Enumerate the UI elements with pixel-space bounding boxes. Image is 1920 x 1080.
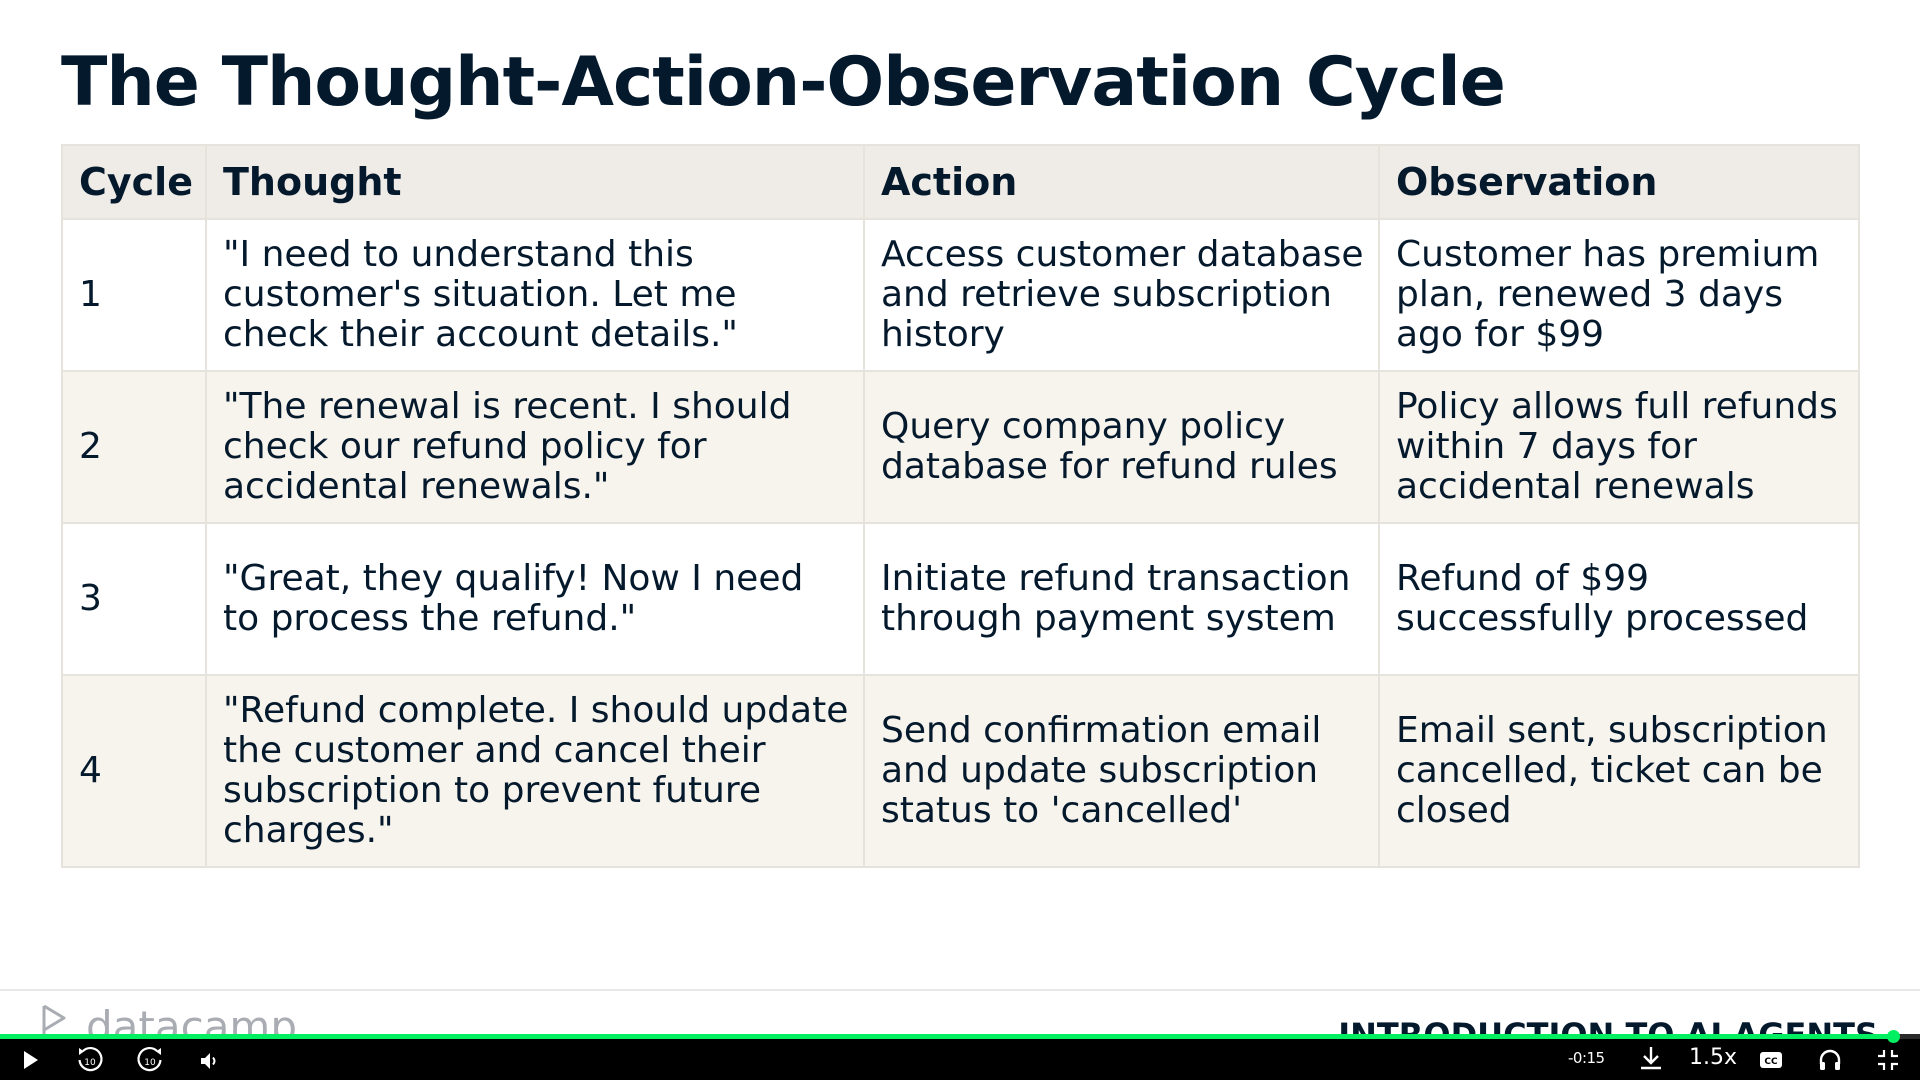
audio-button[interactable] xyxy=(1815,1045,1845,1075)
volume-button[interactable] xyxy=(196,1047,224,1075)
cell-cycle: 4 xyxy=(61,674,207,868)
footer-divider xyxy=(0,989,1920,991)
play-button[interactable] xyxy=(16,1046,44,1074)
cell-observation: Email sent, subscription cancelled, tick… xyxy=(1378,674,1860,868)
forward-10-icon: 10 xyxy=(137,1046,162,1072)
play-icon xyxy=(24,1051,38,1069)
table-row: 3 "Great, they qualify! Now I need to pr… xyxy=(61,522,1860,676)
progress-fill xyxy=(0,1034,1894,1039)
svg-text:CC: CC xyxy=(1764,1057,1778,1067)
cell-cycle: 1 xyxy=(61,218,207,372)
exit-fullscreen-button[interactable] xyxy=(1874,1046,1902,1074)
cell-action: Query company policy database for refund… xyxy=(863,370,1380,524)
datacamp-logo-icon xyxy=(42,1004,66,1036)
cell-observation: Customer has premium plan, renewed 3 day… xyxy=(1378,218,1860,372)
cell-thought: "The renewal is recent. I should check o… xyxy=(205,370,865,524)
cycle-table: Cycle Thought Action Observation 1 "I ne… xyxy=(61,144,1860,868)
header-observation: Observation xyxy=(1378,144,1860,220)
course-title: INTRODUCTION TO AI AGENTS xyxy=(1338,1016,1878,1036)
header-cycle: Cycle xyxy=(61,144,207,220)
svg-text:10: 10 xyxy=(144,1058,156,1068)
slide-title: The Thought-Action-Observation Cycle xyxy=(61,43,1506,122)
slide: The Thought-Action-Observation Cycle Cyc… xyxy=(0,0,1920,1080)
cell-thought: "Great, they qualify! Now I need to proc… xyxy=(205,522,865,676)
forward-10-button[interactable]: 10 xyxy=(134,1044,166,1076)
cell-action: Send confirmation email and update subsc… xyxy=(863,674,1380,868)
cell-thought: "Refund complete. I should update the cu… xyxy=(205,674,865,868)
rewind-10-button[interactable]: 10 xyxy=(74,1044,106,1076)
header-action: Action xyxy=(863,144,1380,220)
volume-icon xyxy=(201,1053,216,1069)
cell-cycle: 3 xyxy=(61,522,207,676)
cell-cycle: 2 xyxy=(61,370,207,524)
progress-bar[interactable] xyxy=(0,1030,1920,1043)
rewind-10-icon: 10 xyxy=(78,1046,103,1072)
video-player-controls xyxy=(0,1036,1920,1080)
table-header-row: Cycle Thought Action Observation xyxy=(61,144,1860,220)
cell-observation: Refund of $99 successfully processed xyxy=(1378,522,1860,676)
cell-action: Initiate refund transaction through paym… xyxy=(863,522,1380,676)
table-row: 2 "The renewal is recent. I should check… xyxy=(61,370,1860,524)
download-icon xyxy=(1641,1047,1661,1070)
table-row: 4 "Refund complete. I should update the … xyxy=(61,674,1860,868)
time-remaining: -0:15 xyxy=(1568,1049,1605,1067)
download-button[interactable] xyxy=(1636,1043,1666,1073)
headphones-icon xyxy=(1819,1049,1841,1070)
exit-fullscreen-icon xyxy=(1878,1050,1898,1070)
captions-button[interactable]: CC xyxy=(1756,1046,1786,1074)
cell-observation: Policy allows full refunds within 7 days… xyxy=(1378,370,1860,524)
svg-text:10: 10 xyxy=(84,1058,96,1068)
playback-speed-button[interactable]: 1.5x xyxy=(1689,1045,1737,1070)
cell-action: Access customer database and retrieve su… xyxy=(863,218,1380,372)
datacamp-logo: datacamp xyxy=(40,1002,297,1036)
table-row: 1 "I need to understand this customer's … xyxy=(61,218,1860,372)
closed-captions-icon: CC xyxy=(1760,1052,1782,1068)
brand-name: datacamp xyxy=(86,1002,298,1036)
header-thought: Thought xyxy=(205,144,865,220)
cell-thought: "I need to understand this customer's si… xyxy=(205,218,865,372)
